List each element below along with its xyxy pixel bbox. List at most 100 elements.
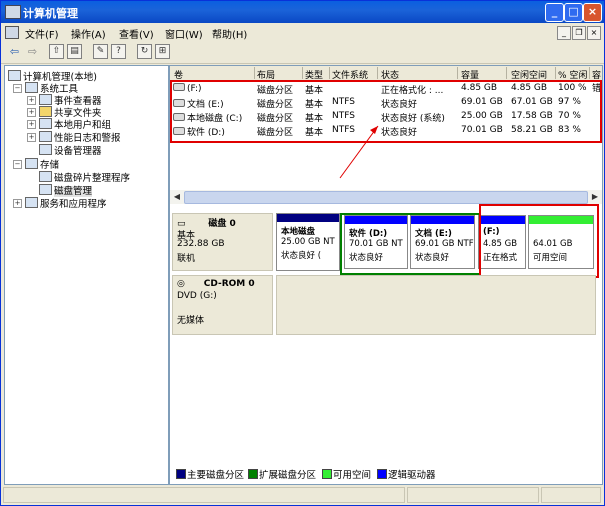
scrollbar-thumb[interactable] — [184, 191, 588, 204]
partition-title: 本地磁盘 — [281, 227, 316, 237]
partition-d[interactable]: 软件 (D:) 70.01 GB NT 状态良好 — [344, 215, 408, 269]
legend-label: 扩展磁盘分区 — [259, 470, 317, 481]
cdrom-area — [276, 275, 596, 335]
expander-services-apps[interactable]: + — [13, 199, 22, 208]
details-pane: 卷 布局 类型 文件系统 状态 容量 空闲空间 % 空闲 容错 (F:) 磁盘分… — [169, 65, 603, 485]
up-folder-icon[interactable]: ⇧ — [49, 44, 64, 59]
toolbar: ⇦ ⇨ ⇧ ▤ ✎ ? ↻ ⊞ — [1, 41, 604, 64]
legend-label: 可用空间 — [333, 470, 372, 481]
annotation-box-partitions — [479, 204, 599, 278]
help-icon[interactable]: ? — [111, 44, 126, 59]
legend-swatch — [176, 469, 186, 479]
menu-file[interactable]: 文件(F) — [25, 26, 59, 41]
tree-item-local-users[interactable]: 本地用户和组 — [39, 117, 111, 131]
properties-icon[interactable]: ✎ — [93, 44, 108, 59]
scroll-right-icon[interactable]: ▶ — [589, 191, 601, 203]
close-button[interactable]: × — [583, 3, 602, 22]
status-segment — [407, 487, 539, 503]
legend-swatch — [377, 469, 387, 479]
disk-0-size: 232.88 GB — [177, 239, 225, 249]
refresh-icon[interactable]: ↻ — [137, 44, 152, 59]
legend-swatch — [322, 469, 332, 479]
legend-swatch — [248, 469, 258, 479]
partition-color-bar — [411, 216, 474, 224]
cdrom-0-label[interactable]: ◎ CD-ROM 0 DVD (G:) 无媒体 — [172, 275, 273, 335]
menu-view[interactable]: 查看(V) — [119, 26, 154, 41]
storage-icon — [25, 158, 38, 169]
annotation-arrow-upper — [339, 125, 379, 179]
performance-icon — [39, 131, 52, 142]
tree-item-storage[interactable]: 存储 — [25, 157, 59, 171]
cdrom-title-row: ◎ CD-ROM 0 — [177, 279, 255, 289]
expander-shared-folders[interactable]: + — [27, 108, 36, 117]
show-tree-icon[interactable]: ▤ — [67, 44, 82, 59]
disk-graphical-view: ▭ 磁盘 0 基本 232.88 GB 联机 本地磁盘 25.00 GB NT … — [170, 204, 602, 484]
event-viewer-icon — [39, 94, 52, 105]
partition-color-bar — [345, 216, 407, 224]
tree-item-perf-logs[interactable]: 性能日志和警报 — [39, 130, 121, 144]
status-bar — [1, 485, 604, 505]
expander-storage[interactable]: − — [13, 160, 22, 169]
defrag-icon — [39, 171, 52, 182]
cdrom-status: 无媒体 — [177, 316, 205, 326]
partition-e[interactable]: 文档 (E:) 69.01 GB NTF 状态良好 — [410, 215, 475, 269]
device-manager-icon — [39, 144, 52, 155]
tools-icon — [25, 82, 38, 93]
title-bar[interactable]: 计算机管理 _ □ × — [1, 1, 604, 23]
menu-help[interactable]: 帮助(H) — [212, 26, 247, 41]
mdi-minimize-button[interactable]: _ — [557, 26, 571, 40]
expander-perf-logs[interactable]: + — [27, 133, 36, 142]
expander-event-viewer[interactable]: + — [27, 96, 36, 105]
export-icon[interactable]: ⊞ — [155, 44, 170, 59]
cdrom-drive: DVD (G:) — [177, 291, 217, 301]
partition-c[interactable]: 本地磁盘 25.00 GB NT 状态良好 ( — [276, 213, 340, 271]
partition-status: 状态良好 — [415, 253, 450, 263]
disk-0-label[interactable]: ▭ 磁盘 0 基本 232.88 GB 联机 — [172, 213, 273, 271]
menu-window[interactable]: 窗口(W) — [165, 26, 203, 41]
scroll-left-icon[interactable]: ◀ — [171, 191, 183, 203]
status-segment — [3, 487, 405, 503]
console-tree: 计算机管理(本地) − 系统工具 + 事件查看器 + 共享文件夹 + 本地用户和… — [4, 65, 169, 485]
partition-size: 25.00 GB NT — [281, 237, 335, 247]
disk-management-icon — [39, 184, 52, 195]
forward-icon[interactable]: ⇨ — [25, 44, 40, 59]
mdi-app-icon[interactable] — [5, 26, 19, 39]
tree-item-defrag[interactable]: 磁盘碎片整理程序 — [39, 170, 130, 184]
partition-size: 69.01 GB NTF — [415, 239, 474, 249]
disk-0-status: 联机 — [177, 254, 196, 264]
app-icon — [5, 5, 21, 19]
users-icon — [39, 118, 52, 129]
mdi-restore-button[interactable]: ❐ — [572, 26, 586, 40]
legend: 主要磁盘分区 扩展磁盘分区 可用空间 逻辑驱动器 — [170, 464, 602, 482]
menu-action[interactable]: 操作(A) — [71, 26, 106, 41]
partition-color-bar — [277, 214, 339, 222]
menu-bar: 文件(F) 操作(A) 查看(V) 窗口(W) 帮助(H) _ ❐ × — [1, 23, 604, 41]
maximize-button[interactable]: □ — [564, 3, 583, 22]
expander-system-tools[interactable]: − — [13, 84, 22, 93]
tree-item-services-apps[interactable]: 服务和应用程序 — [25, 196, 107, 210]
computer-management-window: 计算机管理 _ □ × 文件(F) 操作(A) 查看(V) 窗口(W) 帮助(H… — [0, 0, 605, 506]
cd-drive-icon: ◎ — [177, 279, 185, 289]
horizontal-scrollbar[interactable]: ◀ ▶ — [170, 190, 602, 204]
computer-icon — [8, 70, 21, 81]
folder-icon — [39, 106, 52, 117]
legend-label: 主要磁盘分区 — [187, 470, 245, 481]
partition-title: 软件 (D:) — [349, 229, 388, 239]
mdi-close-button[interactable]: × — [587, 26, 601, 40]
disk-0-name: 磁盘 0 — [208, 219, 236, 229]
expander-local-users[interactable]: + — [27, 120, 36, 129]
minimize-button[interactable]: _ — [545, 3, 564, 22]
window-title: 计算机管理 — [23, 7, 78, 20]
services-icon — [25, 197, 38, 208]
status-segment — [541, 487, 601, 503]
partition-status: 状态良好 ( — [281, 251, 322, 261]
back-icon[interactable]: ⇦ — [7, 44, 22, 59]
tree-item-disk-management[interactable]: 磁盘管理 — [39, 183, 93, 197]
cdrom-name: CD-ROM 0 — [203, 279, 255, 289]
legend-label: 逻辑驱动器 — [388, 470, 436, 481]
tree-item-device-manager[interactable]: 设备管理器 — [39, 143, 102, 157]
partition-status: 状态良好 — [349, 253, 384, 263]
partition-size: 70.01 GB NT — [349, 239, 403, 249]
partition-title: 文档 (E:) — [415, 229, 452, 239]
arrowhead-icon — [370, 126, 378, 134]
